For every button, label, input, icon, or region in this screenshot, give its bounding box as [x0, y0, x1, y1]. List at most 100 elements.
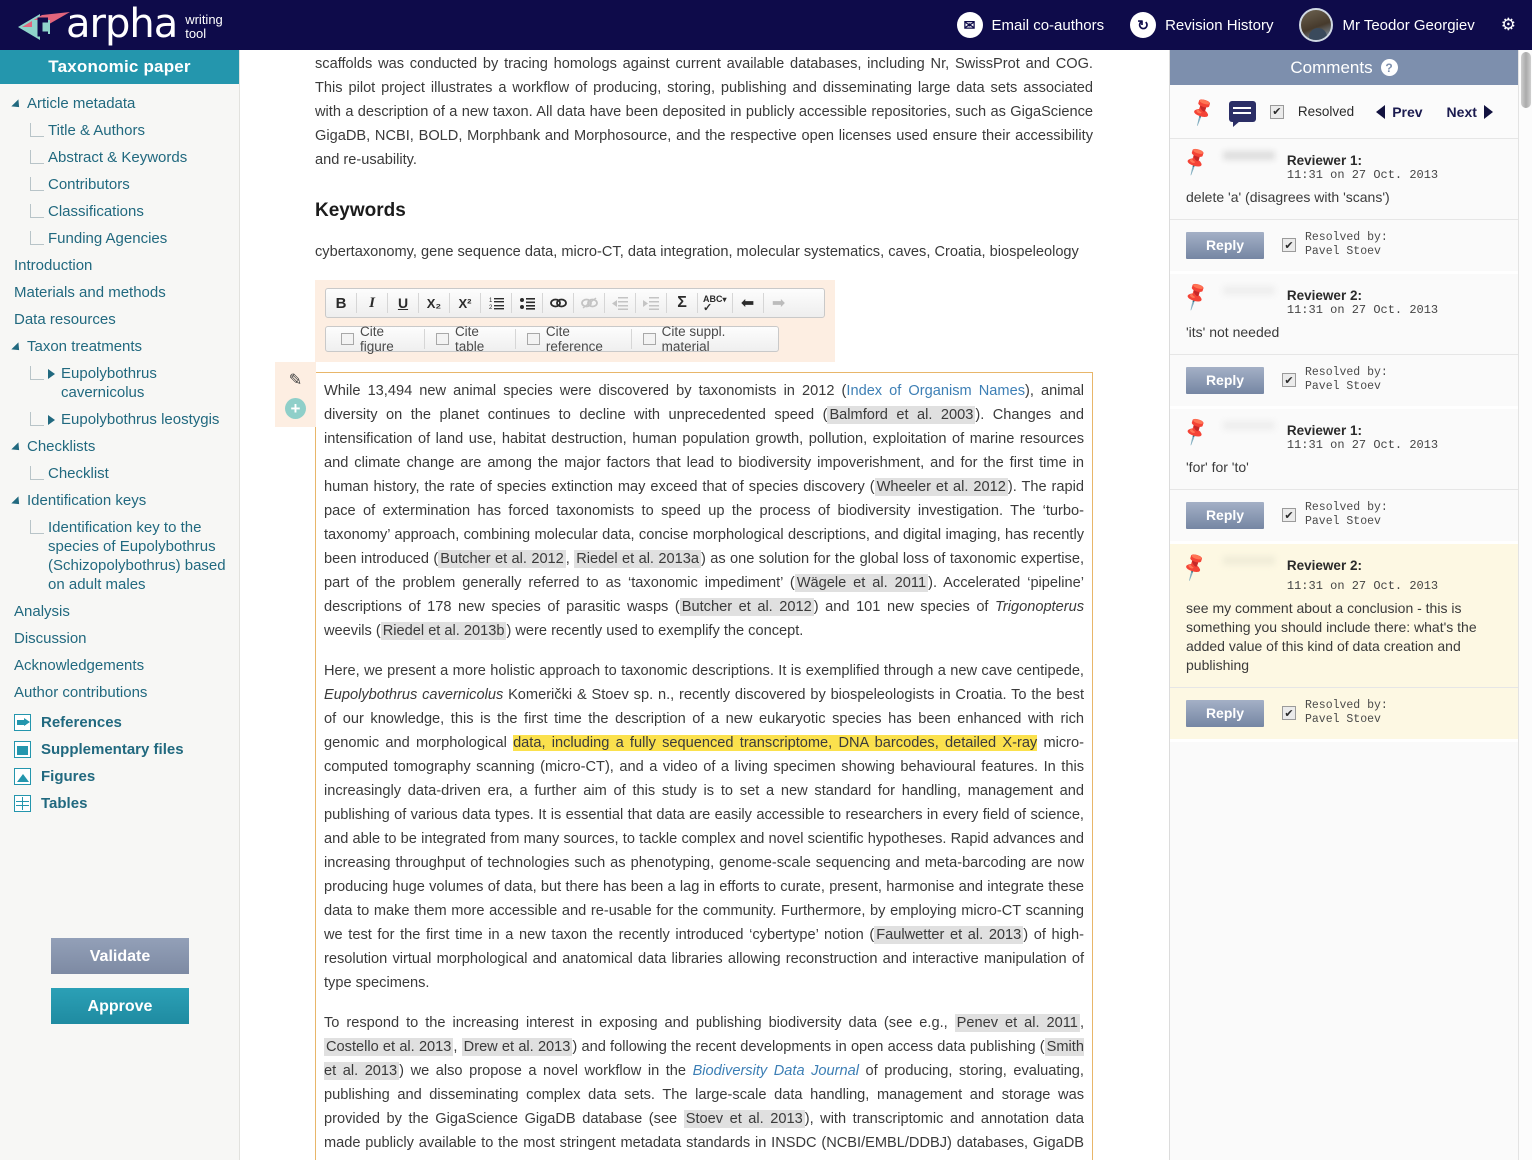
sidebar-item-abstract-keywords[interactable]: Abstract & Keywords: [0, 144, 239, 171]
reply-button[interactable]: Reply: [1186, 501, 1264, 529]
highlighted-text[interactable]: data, including a fully sequenced transc…: [513, 735, 1038, 751]
user-menu[interactable]: Mr Teodor Georgiev: [1299, 8, 1475, 42]
spellcheck-icon[interactable]: ABC▾ ✓: [700, 290, 730, 316]
reply-button[interactable]: Reply: [1186, 699, 1264, 727]
link-icon[interactable]: [545, 290, 571, 316]
sidebar-item-funding-agencies[interactable]: Funding Agencies: [0, 225, 239, 252]
prev-comment-button[interactable]: Prev: [1376, 104, 1423, 120]
sidebar-item-eupolybothrus-leostygis[interactable]: Eupolybothrus leostygis: [0, 406, 239, 433]
link-index-of-organism-names[interactable]: Index of Organism Names: [846, 383, 1025, 399]
approve-button[interactable]: Approve: [51, 988, 189, 1024]
comment-item[interactable]: 📌 Reviewer 1: 11:31 on 27 Oct. 2013 'for…: [1170, 409, 1518, 544]
cite-table-button[interactable]: Cite table: [427, 324, 513, 354]
sidebar-item-acknowledgements[interactable]: Acknowledgements: [0, 652, 239, 679]
pin-icon[interactable]: 📌: [1180, 416, 1217, 456]
comment-item[interactable]: 📌 Reviewer 1: 11:31 on 27 Oct. 2013 dele…: [1170, 139, 1518, 274]
pin-icon[interactable]: 📌: [1178, 551, 1218, 596]
revision-history-button[interactable]: ↻ Revision History: [1130, 12, 1273, 38]
citation-costello-2013[interactable]: Costello et al. 2013: [324, 1038, 454, 1056]
app-logo[interactable]: arpha writing tool: [0, 4, 223, 44]
sidebar-item-checklists[interactable]: Checklists: [0, 433, 239, 460]
sidebar-item-analysis[interactable]: Analysis: [0, 598, 239, 625]
sidebar-item-title-authors[interactable]: Title & Authors: [0, 117, 239, 144]
citation-butcher-2012[interactable]: Butcher et al. 2012: [438, 550, 566, 568]
citation-balmford-2003[interactable]: Balmford et al. 2003: [827, 406, 976, 424]
sidebar-item-figures[interactable]: Figures: [0, 763, 239, 790]
cite-figure-label: Cite figure: [360, 324, 394, 354]
pin-icon[interactable]: 📌: [1180, 281, 1217, 321]
sidebar-item-references[interactable]: References: [0, 706, 239, 736]
pin-icon[interactable]: 📌: [1186, 96, 1218, 127]
sidebar-item-eupolybothrus-cavernicolus[interactable]: Eupolybothrus cavernicolus: [0, 360, 239, 406]
next-comment-button[interactable]: Next: [1447, 104, 1493, 120]
plus-circle-icon[interactable]: +: [285, 398, 306, 419]
bulleted-list-icon[interactable]: [514, 290, 540, 316]
citation-penev-2011[interactable]: Penev et al. 2011: [954, 1014, 1080, 1032]
document-pane[interactable]: scaffolds was conducted by tracing homol…: [241, 50, 1168, 1160]
sidebar-item-checklist[interactable]: Checklist: [0, 460, 239, 487]
link-biodiversity-data-journal[interactable]: Biodiversity Data Journal: [693, 1063, 859, 1079]
citation-riedel-2013a[interactable]: Riedel et al. 2013a: [574, 550, 701, 568]
comment-item[interactable]: 📌 Reviewer 2: 11:31 on 27 Oct. 2013 see …: [1170, 544, 1518, 742]
sidebar-item-introduction[interactable]: Introduction: [0, 252, 239, 279]
numbered-list-icon[interactable]: 12: [483, 290, 509, 316]
keywords-paragraph[interactable]: cybertaxonomy, gene sequence data, micro…: [315, 240, 1093, 264]
sidebar-item-article-metadata[interactable]: Article metadata: [0, 90, 239, 117]
sidebar-item-contributors[interactable]: Contributors: [0, 171, 239, 198]
sidebar-item-data-resources[interactable]: Data resources: [0, 306, 239, 333]
cite-supplementary-button[interactable]: Cite suppl. material: [634, 324, 772, 354]
abstract-tail-paragraph[interactable]: scaffolds was conducted by tracing homol…: [315, 52, 1093, 172]
sidebar-item-identification-key-detail[interactable]: Identification key to the species of Eup…: [0, 514, 239, 598]
sidebar-item-classifications[interactable]: Classifications: [0, 198, 239, 225]
citation-wagele-2011[interactable]: Wägele et al. 2011: [794, 574, 929, 592]
validate-button[interactable]: Validate: [51, 938, 189, 974]
subscript-icon[interactable]: X₂: [421, 290, 447, 316]
cite-figure-button[interactable]: Cite figure: [332, 324, 422, 354]
outdent-icon[interactable]: [607, 290, 633, 316]
pencil-icon[interactable]: ✎: [289, 370, 302, 390]
scrollbar-thumb[interactable]: [1521, 52, 1531, 108]
citation-faulwetter-2013[interactable]: Faulwetter et al. 2013: [874, 926, 1024, 944]
sidebar-item-identification-keys[interactable]: Identification keys: [0, 487, 239, 514]
cite-reference-button[interactable]: Cite reference: [518, 324, 629, 354]
editable-text-block[interactable]: ✎ + While 13,494 new animal species were…: [275, 362, 1093, 1160]
resolved-checkbox[interactable]: ✔: [1269, 104, 1284, 119]
svg-text:2: 2: [489, 305, 493, 310]
citation-butcher-2012-b[interactable]: Butcher et al. 2012: [679, 598, 814, 616]
comment-item[interactable]: 📌 Reviewer 2: 11:31 on 27 Oct. 2013 'its…: [1170, 274, 1518, 409]
sidebar-item-discussion[interactable]: Discussion: [0, 625, 239, 652]
comment-bubble-icon[interactable]: [1228, 101, 1256, 127]
intro-paragraph-3[interactable]: To respond to the increasing interest in…: [324, 1011, 1084, 1160]
citation-stoev-2013[interactable]: Stoev et al. 2013: [683, 1110, 805, 1128]
reply-button[interactable]: Reply: [1186, 366, 1264, 394]
resolved-checkbox[interactable]: ✔: [1282, 373, 1296, 387]
resolved-checkbox[interactable]: ✔: [1282, 238, 1296, 252]
reply-button[interactable]: Reply: [1186, 231, 1264, 259]
email-coauthors-button[interactable]: ✉ Email co-authors: [956, 12, 1104, 38]
sidebar-item-supplementary-files[interactable]: Supplementary files: [0, 736, 239, 763]
indent-icon[interactable]: [638, 290, 664, 316]
unlink-icon[interactable]: [576, 290, 602, 316]
pin-icon[interactable]: 📌: [1180, 146, 1217, 186]
citation-wheeler-2012[interactable]: Wheeler et al. 2012: [874, 478, 1008, 496]
gear-icon[interactable]: ⚙: [1501, 15, 1516, 35]
special-char-icon[interactable]: Σ: [669, 290, 695, 316]
citation-drew-2013[interactable]: Drew et al. 2013: [461, 1038, 573, 1056]
intro-paragraph-2[interactable]: Here, we present a more holistic approac…: [324, 659, 1084, 995]
resolved-checkbox[interactable]: ✔: [1282, 508, 1296, 522]
redo-icon[interactable]: ➡: [766, 290, 792, 316]
sidebar-item-materials-and-methods[interactable]: Materials and methods: [0, 279, 239, 306]
citation-riedel-2013b[interactable]: Riedel et al. 2013b: [380, 622, 507, 640]
sidebar-item-tables[interactable]: Tables: [0, 790, 239, 817]
intro-paragraph-1[interactable]: While 13,494 new animal species were dis…: [324, 379, 1084, 643]
sidebar-item-taxon-treatments[interactable]: Taxon treatments: [0, 333, 239, 360]
page-scrollbar[interactable]: [1518, 50, 1532, 1160]
superscript-icon[interactable]: X²: [452, 290, 478, 316]
resolved-checkbox[interactable]: ✔: [1282, 706, 1296, 720]
undo-icon[interactable]: ⬅: [735, 290, 761, 316]
question-mark-icon[interactable]: ?: [1380, 59, 1398, 76]
underline-icon[interactable]: U: [390, 290, 416, 316]
sidebar-item-author-contributions[interactable]: Author contributions: [0, 679, 239, 706]
italic-icon[interactable]: I: [359, 290, 385, 316]
bold-icon[interactable]: B: [328, 290, 354, 316]
